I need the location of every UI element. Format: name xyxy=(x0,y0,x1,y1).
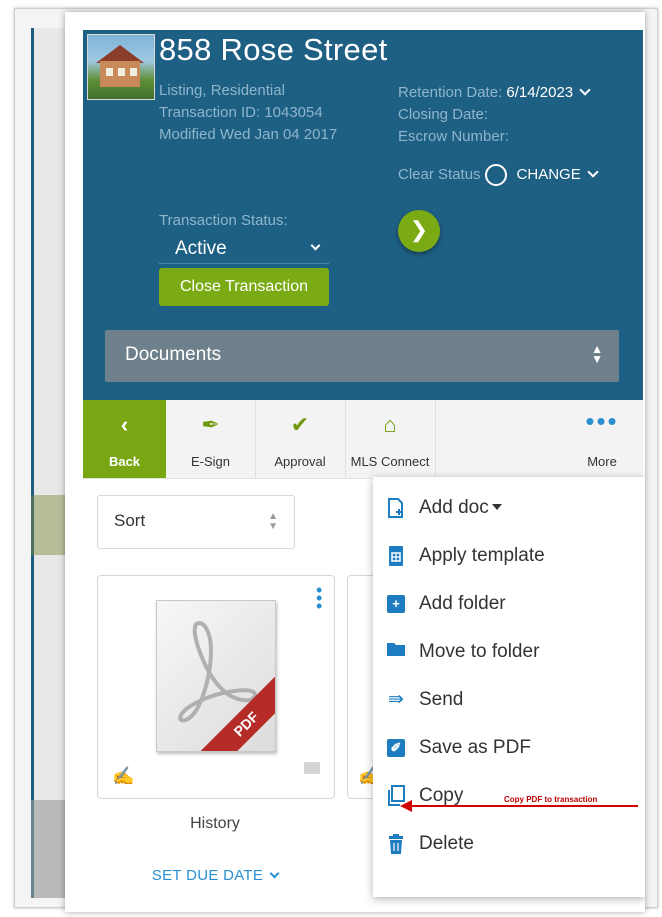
menu-item-label: Send xyxy=(419,689,464,710)
pdf-icon: ✐ xyxy=(387,739,405,757)
retention-date-value: 6/14/2023 xyxy=(506,84,574,101)
set-due-date-label: SET DUE DATE xyxy=(151,867,264,884)
mls-connect-label: MLS Connect xyxy=(350,454,430,469)
transaction-id: Transaction ID: 1043054 xyxy=(159,104,323,121)
mls-connect-button[interactable]: ⌂ MLS Connect xyxy=(345,400,436,478)
chevron-left-icon: ‹ xyxy=(120,412,129,437)
chevron-right-icon: ❯ xyxy=(409,217,429,242)
retention-date-label: Retention Date: xyxy=(398,84,503,101)
transaction-panel: 858 Rose Street Listing, Residential Tra… xyxy=(65,12,645,912)
documents-select[interactable]: Documents ▲ ▼ xyxy=(105,330,619,382)
retention-date[interactable]: Retention Date: 6/14/2023 xyxy=(398,82,597,104)
change-label: CHANGE xyxy=(516,166,581,183)
esign-button[interactable]: ✒ E-Sign xyxy=(166,400,256,478)
clear-status-radio[interactable] xyxy=(484,164,507,187)
menu-item-label: Add doc xyxy=(419,497,502,519)
more-button[interactable]: ••• More xyxy=(561,400,643,478)
comment-icon[interactable] xyxy=(304,762,320,774)
menu-item-label: Add folder xyxy=(419,593,506,614)
pen-icon: ✒ xyxy=(201,412,220,437)
clear-status-label: Clear Status xyxy=(398,166,481,183)
menu-item-label: Save as PDF xyxy=(419,737,531,758)
menu-item-label: Copy xyxy=(419,785,464,806)
close-transaction-button[interactable]: Close Transaction xyxy=(159,268,329,306)
menu-item-add-folder[interactable]: + Add folder xyxy=(373,581,645,629)
house-icon: ⌂ xyxy=(383,412,397,437)
menu-item-add-doc[interactable]: Add doc xyxy=(373,485,645,533)
approval-button[interactable]: ✔ Approval xyxy=(255,400,346,478)
menu-item-apply-template[interactable]: Apply template xyxy=(373,533,645,581)
add-document-icon xyxy=(385,497,407,519)
escrow-number-label: Escrow Number: xyxy=(398,128,509,145)
transaction-status-value: Active xyxy=(175,238,227,259)
sort-select[interactable]: Sort ▲ ▼ xyxy=(97,495,295,549)
chevron-down-icon xyxy=(587,166,599,178)
menu-item-send[interactable]: ⇛ Send xyxy=(373,677,645,725)
card-menu-icon[interactable]: • • • xyxy=(316,581,322,615)
document-name: History xyxy=(190,815,240,832)
back-button[interactable]: ‹ Back xyxy=(83,400,166,478)
chevron-down-icon xyxy=(269,868,280,879)
transaction-info: Listing, Residential Transaction ID: 104… xyxy=(159,80,369,146)
pdf-thumbnail[interactable]: PDF xyxy=(156,600,276,752)
esign-label: E-Sign xyxy=(190,454,231,469)
menu-item-save-as-pdf[interactable]: ✐ Save as PDF xyxy=(373,725,645,773)
annotation-text: Copy PDF to transaction xyxy=(504,795,598,804)
next-button[interactable]: ❯ xyxy=(398,210,440,252)
check-circle-icon: ✔ xyxy=(290,412,310,437)
menu-item-label: Apply template xyxy=(419,545,545,566)
menu-item-delete[interactable]: Delete xyxy=(373,821,645,869)
caret-down-icon xyxy=(491,504,502,510)
trash-icon xyxy=(385,833,407,855)
sort-arrows-icon: ▲ ▼ xyxy=(591,342,603,366)
menu-item-move-to-folder[interactable]: Move to folder xyxy=(373,629,645,677)
menu-item-label: Move to folder xyxy=(419,641,540,662)
clear-status-row: Clear Status CHANGE xyxy=(398,164,599,187)
send-arrow-icon: ⇛ xyxy=(388,689,404,710)
property-address: 858 Rose Street xyxy=(159,32,388,67)
sort-label: Sort xyxy=(114,511,146,530)
documents-select-value: Documents xyxy=(125,344,222,365)
transaction-header: 858 Rose Street Listing, Residential Tra… xyxy=(83,30,643,400)
more-menu: Add doc Apply template + Add folder Move… xyxy=(373,477,645,897)
transaction-status-label: Transaction Status: xyxy=(159,212,288,229)
annotation-arrowhead xyxy=(400,800,412,812)
change-button[interactable]: CHANGE xyxy=(516,166,599,183)
chevron-down-icon xyxy=(579,84,591,96)
menu-item-label: Delete xyxy=(419,833,474,854)
modified-date: Modified Wed Jan 04 2017 xyxy=(159,126,338,143)
property-photo xyxy=(87,34,155,100)
folder-icon xyxy=(385,641,407,663)
closing-date-label: Closing Date: xyxy=(398,106,489,123)
transaction-dates: Retention Date: 6/14/2023 Closing Date: … xyxy=(398,82,599,187)
more-label: More xyxy=(587,454,617,469)
document-toolbar: ‹ Back ✒ E-Sign ✔ Approval ⌂ MLS Connect… xyxy=(83,400,643,479)
transaction-status-select[interactable]: Active xyxy=(159,237,329,264)
signature-icon: ✍ xyxy=(112,766,135,786)
document-card[interactable]: PDF • • • ✍ xyxy=(97,575,335,799)
add-folder-icon: + xyxy=(387,595,405,613)
sort-arrows-icon: ▲ ▼ xyxy=(268,511,278,532)
ellipsis-icon: ••• xyxy=(585,406,619,436)
listing-type: Listing, Residential xyxy=(159,82,285,99)
chevron-down-icon xyxy=(310,240,321,251)
approval-label: Approval xyxy=(274,454,326,469)
template-icon xyxy=(385,545,407,567)
back-label: Back xyxy=(108,454,141,469)
annotation-arrow xyxy=(408,805,638,807)
set-due-date-button[interactable]: SET DUE DATE xyxy=(97,867,333,884)
